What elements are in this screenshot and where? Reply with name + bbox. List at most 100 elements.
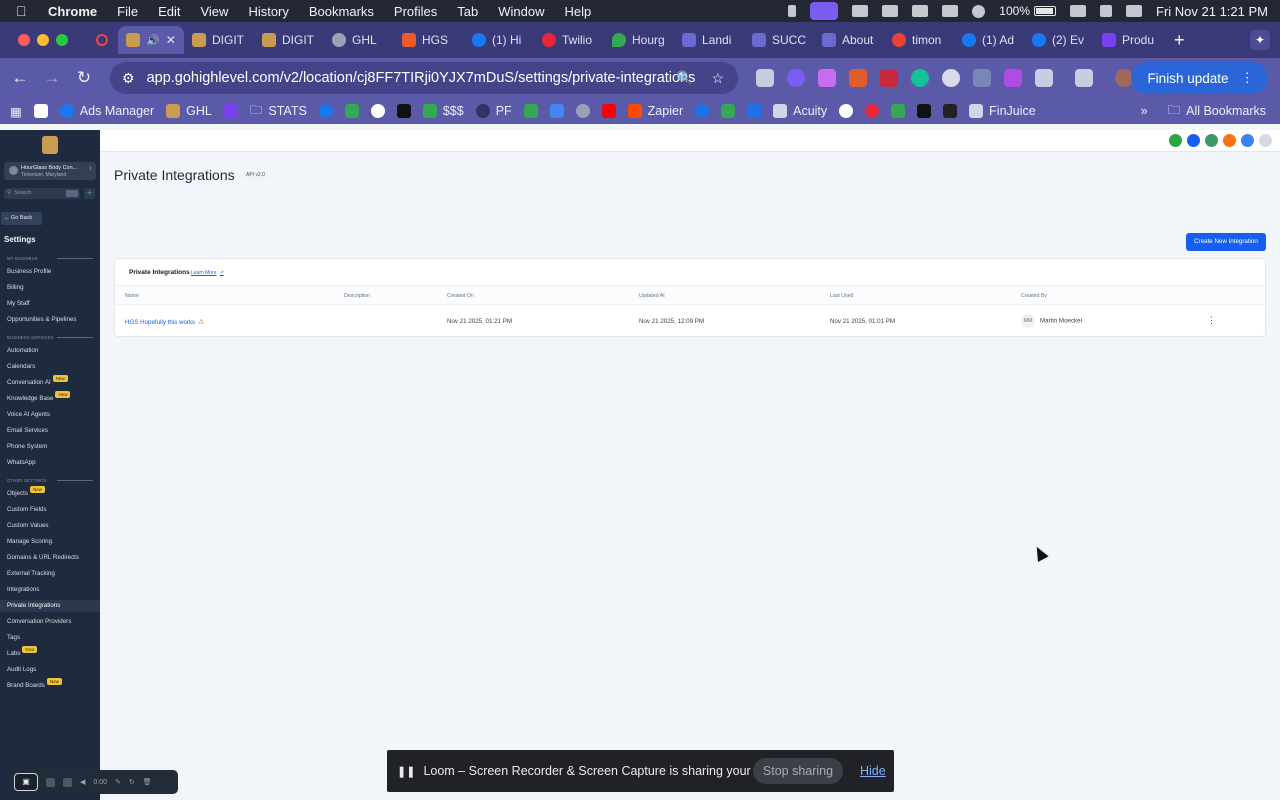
bookmark-youtube[interactable] <box>601 104 616 118</box>
bookmark-openai[interactable] <box>575 104 590 118</box>
bookmark-google[interactable] <box>839 104 854 118</box>
tab-2[interactable]: DIGIT <box>254 26 324 54</box>
layout-icon[interactable] <box>912 5 929 17</box>
integration-name-link[interactable]: HGS Hopefully this works ⚠ <box>125 318 204 326</box>
tab-11[interactable]: timon <box>884 26 954 54</box>
trash-icon[interactable]: 🗑 <box>143 778 152 786</box>
screen-share-icon[interactable] <box>810 2 839 20</box>
menu-file[interactable]: File <box>117 4 138 19</box>
battery-status[interactable]: 100% <box>999 4 1056 18</box>
sidebar-item-external-tracking[interactable]: External Tracking <box>0 568 100 580</box>
bookmark-sync[interactable] <box>747 104 762 118</box>
tab-14[interactable]: Produ <box>1094 26 1164 54</box>
apple-icon[interactable]:  <box>16 3 34 19</box>
extension-grid-icon[interactable] <box>973 69 991 87</box>
tab-6[interactable]: Twilio <box>534 26 604 54</box>
bookmark-drive[interactable] <box>891 104 906 118</box>
sidebar-item-my-staff[interactable]: My Staff <box>0 298 100 310</box>
sidebar-item-phone-system[interactable]: Phone System <box>0 441 100 453</box>
sidebar-item-calendars[interactable]: Calendars <box>0 361 100 373</box>
quick-add-button[interactable]: + <box>84 188 95 199</box>
microphone-icon[interactable] <box>788 5 797 17</box>
extension-link-icon[interactable] <box>942 69 960 87</box>
menu-app-name[interactable]: Chrome <box>48 4 97 19</box>
menu-history[interactable]: History <box>248 4 288 19</box>
learn-more-link[interactable]: Learn More ↗ <box>191 270 224 276</box>
tab-active[interactable]: 🔊 ✕ <box>118 26 184 54</box>
extension-devtools-icon[interactable] <box>756 69 774 87</box>
sidebar-item-custom-values[interactable]: Custom Values <box>0 520 100 532</box>
menubar-clock[interactable]: Fri Nov 21 1:21 PM <box>1156 4 1268 19</box>
bookmark-star-icon[interactable]: ☆ <box>711 70 724 87</box>
tab-8[interactable]: Landi <box>674 26 744 54</box>
forward-button[interactable]: → <box>36 68 68 88</box>
sidebar-item-labs[interactable]: LabsNew <box>0 646 100 660</box>
finish-update-button[interactable]: Finish update ⋮ <box>1131 62 1268 94</box>
restart-icon[interactable]: ↻ <box>129 778 135 786</box>
tab-10[interactable]: About <box>814 26 884 54</box>
all-bookmarks-folder[interactable]: 🗀 All Bookmarks <box>1168 101 1266 122</box>
menu-help[interactable]: Help <box>565 4 592 19</box>
play-icon[interactable] <box>972 4 986 18</box>
extension-badge-icon[interactable] <box>787 69 805 87</box>
apps-grid-icon[interactable]: ▦ <box>10 104 22 119</box>
reading-list-icon[interactable] <box>1075 69 1093 87</box>
sidebar-item-automation[interactable]: Automation <box>0 345 100 357</box>
close-window-button[interactable] <box>18 34 30 46</box>
tab-5[interactable]: (1) Hi <box>464 26 534 54</box>
menu-tab[interactable]: Tab <box>457 4 478 19</box>
sidebar-item-billing[interactable]: Billing <box>0 282 100 294</box>
sidebar-item-manage-scoring[interactable]: Manage Scoring <box>0 536 100 548</box>
extension-feather-icon[interactable] <box>818 69 836 87</box>
sidebar-item-conversation-ai[interactable]: Conversation AINew <box>0 375 100 389</box>
tab-12[interactable]: (1) Ad <box>954 26 1024 54</box>
sidebar-item-brand-boards[interactable]: Brand BoardsNew <box>0 678 100 692</box>
tab-group-icon[interactable] <box>92 26 118 54</box>
menu-edit[interactable]: Edit <box>158 4 180 19</box>
table-row[interactable]: HGS Hopefully this works ⚠ Nov 21 2025, 0… <box>115 305 1265 337</box>
control-center-icon[interactable] <box>1126 5 1142 17</box>
bell-icon[interactable] <box>1223 134 1236 147</box>
gemini-icon[interactable]: ✦ <box>1250 30 1270 50</box>
bookmark-blue-app[interactable] <box>318 104 333 118</box>
draw-icon[interactable]: ✎ <box>115 778 121 786</box>
account-switcher[interactable]: HourGlass Body Con... Timonium, Maryland… <box>4 162 96 180</box>
sidebar-item-objects[interactable]: ObjectsNew <box>0 486 100 500</box>
chevron-right-icon[interactable]: » <box>1141 104 1148 118</box>
search-icon[interactable] <box>1100 5 1112 17</box>
wifi-icon[interactable] <box>1070 5 1086 17</box>
go-back-button[interactable]: ← Go Back <box>1 212 42 225</box>
bookmark-finjuice[interactable]: FinJuice <box>969 104 1036 118</box>
zoom-window-button[interactable] <box>56 34 68 46</box>
tab-13[interactable]: (2) Ev <box>1024 26 1094 54</box>
bookmark-pf[interactable]: PF <box>475 104 512 118</box>
bookmark-x[interactable] <box>917 104 932 118</box>
bookmark-money[interactable]: $$$ <box>422 104 464 118</box>
stop-square-icon[interactable] <box>46 777 55 787</box>
sidebar-item-whatsapp[interactable]: WhatsApp <box>0 457 100 469</box>
menu-view[interactable]: View <box>200 4 228 19</box>
address-bar[interactable]: ⚙ app.gohighlevel.com/v2/location/cj8FF7… <box>110 62 738 94</box>
create-new-integration-button[interactable]: Create New Integration <box>1186 233 1266 251</box>
menu-bookmarks[interactable]: Bookmarks <box>309 4 374 19</box>
sidebar-item-audit-logs[interactable]: Audit Logs <box>0 664 100 676</box>
bookmark-green-app[interactable] <box>344 104 359 118</box>
sidebar-item-private-integrations[interactable]: Private Integrations <box>0 600 100 612</box>
bookmark-acuity[interactable]: Acuity <box>773 104 827 118</box>
speaker-icon[interactable]: 🔊 <box>146 34 160 47</box>
phone-icon[interactable] <box>1169 134 1182 147</box>
bookmark-sheets[interactable] <box>523 104 538 118</box>
menu-profiles[interactable]: Profiles <box>394 4 437 19</box>
new-tab-button[interactable]: + <box>1174 30 1185 51</box>
stop-sharing-button[interactable]: Stop sharing <box>753 758 843 784</box>
bookmark-c-app[interactable] <box>370 104 385 118</box>
sidebar-search-input[interactable]: ⚲ Search <box>4 188 80 199</box>
extension-k-icon[interactable] <box>880 69 898 87</box>
reload-button[interactable]: ↻ <box>68 68 100 88</box>
more-menu-icon[interactable]: ⋮ <box>1241 70 1255 86</box>
bookmark-red-app[interactable] <box>865 104 880 118</box>
hide-sharing-bar-link[interactable]: Hide <box>860 764 886 778</box>
pause-icon[interactable] <box>63 777 72 787</box>
extensions-puzzle-icon[interactable] <box>1035 69 1053 87</box>
bookmark-ghl[interactable]: GHL <box>166 104 212 118</box>
